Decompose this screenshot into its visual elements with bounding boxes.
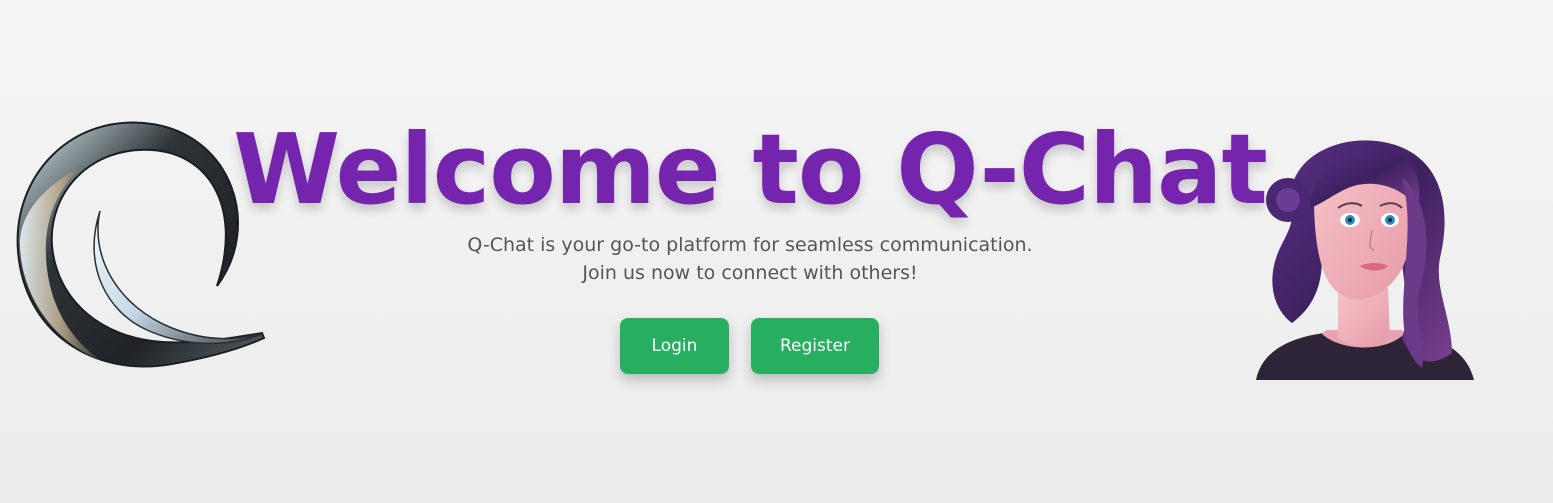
page-subtitle: Q-Chat is your go-to platform for seamle…: [0, 231, 1500, 287]
page-title: Welcome to Q-Chat: [233, 113, 1268, 226]
register-button[interactable]: Register: [751, 318, 879, 374]
hero-section: Welcome to Q-Chat Q-Chat is your go-to p…: [0, 0, 1553, 503]
action-buttons: Login Register: [620, 318, 879, 374]
login-button[interactable]: Login: [620, 318, 729, 374]
subtitle-line-1: Q-Chat is your go-to platform for seamle…: [467, 234, 1033, 256]
subtitle-line-2: Join us now to connect with others!: [582, 262, 918, 284]
